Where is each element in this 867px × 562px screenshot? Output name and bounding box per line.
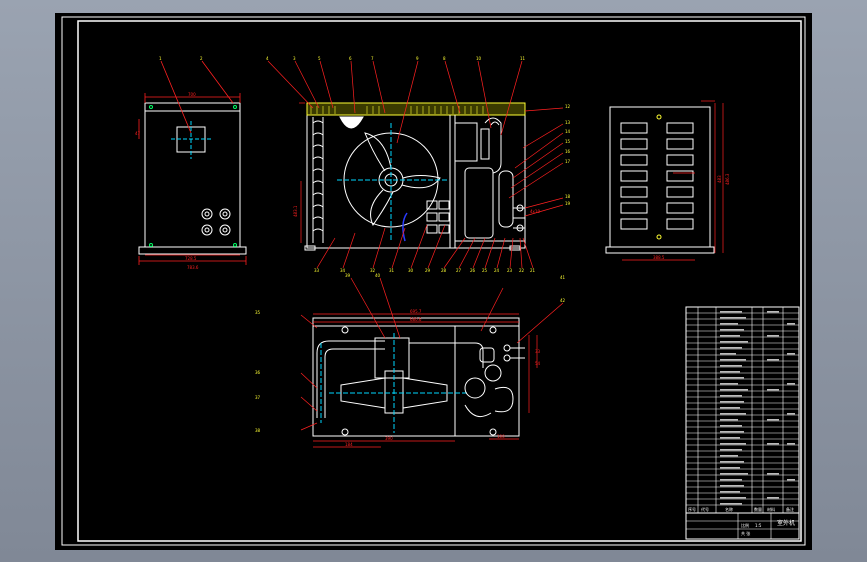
- svg-text:29: 29: [425, 268, 431, 273]
- left-view-balloons: 12: [159, 56, 203, 61]
- scale-value: 1:5: [755, 523, 762, 528]
- svg-text:486.3: 486.3: [725, 173, 730, 185]
- svg-text:390: 390: [385, 436, 393, 441]
- svg-text:42: 42: [560, 298, 566, 303]
- svg-text:54: 54: [535, 361, 541, 366]
- cad-drawing: 700 728.5 783.6 47 12 483.1 4x10 4 3 5 6…: [61, 16, 806, 546]
- drawing-viewport[interactable]: 700 728.5 783.6 47 12 483.1 4x10 4 3 5 6…: [55, 13, 812, 550]
- top-view: [312, 317, 525, 437]
- top-view-dimensions: [300, 277, 564, 448]
- svg-text:15: 15: [565, 139, 571, 144]
- svg-text:9: 9: [416, 56, 419, 61]
- title-block-heading-no: 序号: [688, 506, 696, 512]
- svg-text:47: 47: [135, 131, 141, 136]
- right-side-view: [605, 106, 715, 254]
- svg-text:728.5: 728.5: [185, 256, 197, 261]
- svg-text:24: 24: [494, 268, 500, 273]
- sheet-count-label: 共 张: [741, 530, 750, 536]
- svg-text:700: 700: [188, 92, 196, 97]
- title-block-heading-remark: 备注: [786, 506, 794, 512]
- svg-text:25: 25: [482, 268, 488, 273]
- svg-text:11: 11: [520, 56, 526, 61]
- svg-text:41: 41: [560, 275, 566, 280]
- svg-text:21: 21: [530, 268, 536, 273]
- svg-text:6: 6: [349, 56, 352, 61]
- svg-text:16: 16: [565, 149, 571, 154]
- svg-text:680.6: 680.6: [410, 317, 422, 322]
- svg-text:5: 5: [318, 56, 321, 61]
- svg-text:14: 14: [565, 129, 571, 134]
- svg-text:483: 483: [717, 175, 722, 183]
- svg-text:184: 184: [345, 442, 353, 447]
- svg-text:100: 100: [497, 434, 505, 439]
- svg-text:4: 4: [266, 56, 269, 61]
- svg-text:27: 27: [456, 268, 462, 273]
- svg-text:39: 39: [345, 273, 351, 278]
- svg-text:23: 23: [507, 268, 513, 273]
- front-view-dim-text: 483.1 4x10: [293, 205, 540, 217]
- svg-text:783.6: 783.6: [187, 265, 199, 270]
- svg-text:13: 13: [565, 120, 571, 125]
- title-block-heading-qty: 数量: [754, 506, 762, 512]
- svg-text:28: 28: [441, 268, 447, 273]
- title-block-heading-material: 材料: [767, 506, 775, 512]
- svg-text:37: 37: [255, 395, 261, 400]
- title-block-heading-name: 名称: [725, 506, 733, 512]
- svg-text:1: 1: [159, 56, 162, 61]
- svg-text:2: 2: [200, 56, 203, 61]
- svg-text:33: 33: [314, 268, 320, 273]
- parts-list-hatch-cells: [720, 311, 795, 505]
- svg-text:18: 18: [565, 194, 571, 199]
- left-side-view: [138, 102, 247, 255]
- svg-text:30: 30: [408, 268, 414, 273]
- svg-text:26: 26: [470, 268, 476, 273]
- svg-text:483.1: 483.1: [293, 205, 298, 217]
- svg-text:22: 22: [519, 268, 525, 273]
- svg-text:388.5: 388.5: [653, 255, 665, 260]
- svg-text:7: 7: [371, 56, 374, 61]
- svg-text:38: 38: [255, 428, 261, 433]
- svg-text:35: 35: [255, 310, 261, 315]
- front-view: [304, 102, 526, 251]
- sheet-outer-border: [61, 16, 806, 546]
- title-block-heading-code: 代号: [701, 506, 709, 512]
- front-view-leaders: [267, 60, 564, 269]
- svg-text:33: 33: [535, 349, 541, 354]
- svg-text:36: 36: [255, 370, 261, 375]
- drawing-title: 室外机: [777, 519, 795, 527]
- svg-text:12: 12: [565, 104, 571, 109]
- svg-text:19: 19: [565, 201, 571, 206]
- svg-text:17: 17: [565, 159, 571, 164]
- svg-text:40: 40: [375, 273, 381, 278]
- svg-text:3: 3: [293, 56, 296, 61]
- svg-text:10: 10: [476, 56, 482, 61]
- scale-label: 比例: [741, 522, 749, 528]
- svg-text:4x10: 4x10: [530, 209, 540, 214]
- svg-text:695.7: 695.7: [410, 309, 422, 314]
- svg-text:8: 8: [443, 56, 446, 61]
- svg-text:31: 31: [389, 268, 395, 273]
- top-view-dim-text: 695.7 680.6 390 184 100 33 54: [345, 309, 541, 447]
